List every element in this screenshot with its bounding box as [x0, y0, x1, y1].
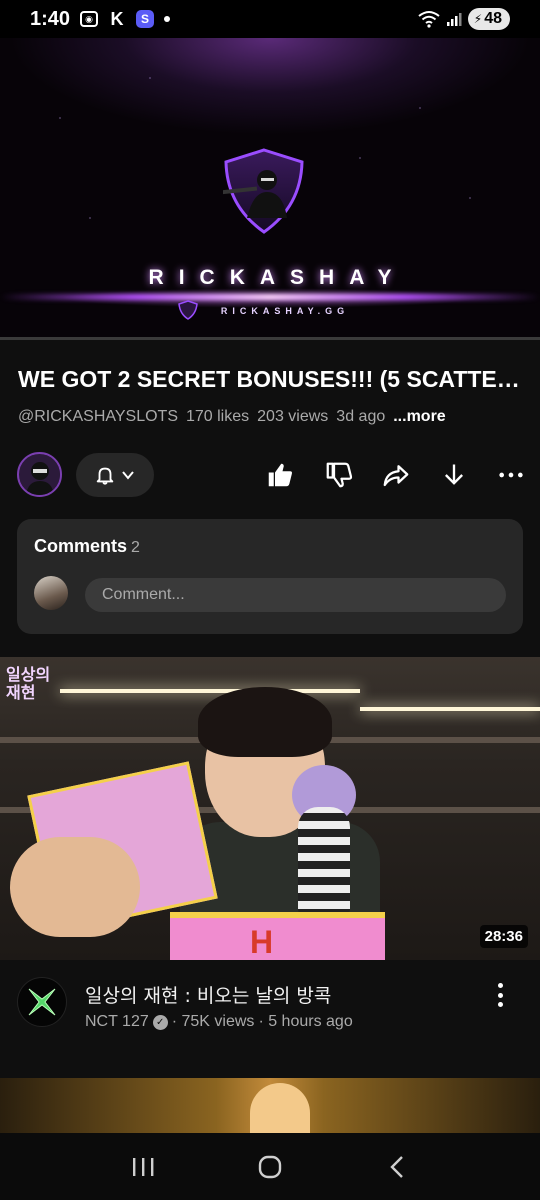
domain-text: RICKASHAY.GG: [220, 306, 350, 316]
recent-apps-icon: [133, 1157, 154, 1176]
shield-logo-icon: [223, 148, 304, 234]
shelf-light: [60, 689, 360, 693]
video-progress-bar[interactable]: [0, 337, 540, 340]
box-letter: H: [250, 924, 274, 960]
next-video-views: · 75K views: [171, 1013, 255, 1030]
nct-logo-icon: [28, 988, 56, 1016]
chevron-down-icon: [122, 471, 134, 480]
sync-app-icon: S: [136, 10, 155, 28]
battery-level: 48: [484, 10, 502, 27]
kebab-dot: [497, 1002, 503, 1007]
next-video-channel[interactable]: NCT 127: [85, 1013, 149, 1031]
video-player[interactable]: RICKASHAY RICKASHAY.GG: [0, 38, 540, 340]
back-icon: [389, 1155, 403, 1178]
comment-input[interactable]: Comment...: [85, 578, 506, 612]
battery-icon: ⚡ 48: [467, 8, 510, 30]
comments-heading: Comments 2: [34, 536, 140, 557]
home-button[interactable]: [248, 1145, 292, 1189]
thumb-logo: 일상의 재현: [6, 667, 51, 702]
channel-handle[interactable]: @RICKASHAYSLOTS: [18, 408, 178, 426]
glow-line: [0, 294, 540, 300]
more-icon: [499, 472, 523, 478]
wifi-icon: [418, 11, 440, 28]
shelf-light: [360, 707, 540, 711]
comments-label: Comments: [34, 536, 128, 556]
next-video-menu-button[interactable]: [490, 980, 510, 1010]
signal-icon: [446, 13, 462, 26]
recent-apps-button[interactable]: [121, 1145, 165, 1189]
download-button[interactable]: [437, 458, 471, 492]
bell-icon: [96, 467, 114, 485]
status-bar: 1:40 ◉ K S ⚡ 48: [0, 0, 540, 38]
thumbnail-arch: [250, 1083, 310, 1133]
notification-dot: [164, 16, 171, 22]
comments-card[interactable]: Comments 2 Comment...: [17, 519, 523, 634]
video-thumbnail[interactable]: H 일상의 재현 28:36: [0, 657, 540, 960]
home-icon: [258, 1155, 282, 1178]
person-hair: [198, 687, 332, 757]
share-icon: [383, 465, 409, 487]
kebab-dot: [497, 983, 503, 988]
more-button[interactable]: ...more: [393, 408, 445, 426]
like-button[interactable]: [263, 458, 297, 492]
more-actions-button[interactable]: [494, 458, 528, 492]
screen-record-icon: ◉: [80, 11, 99, 27]
k-app-icon: K: [110, 8, 124, 29]
toy-box: H: [170, 912, 385, 960]
like-count: 170 likes: [185, 408, 250, 425]
like-icon: [268, 463, 292, 487]
subscription-bell-button[interactable]: [76, 453, 154, 497]
download-icon: [445, 464, 463, 485]
channel-avatar[interactable]: [17, 452, 62, 497]
hand: [10, 837, 140, 937]
ninja-avatar-icon: [19, 454, 60, 495]
next-video-meta: NCT 127 ✓ · 75K views · 5 hours ago: [85, 1013, 353, 1031]
dislike-icon: [326, 462, 353, 488]
video-title[interactable]: WE GOT 2 SECRET BONUSES!!! (5 SCATTE…: [18, 366, 528, 393]
video-meta[interactable]: @RICKASHAYSLOTS 170 likes 203 views 3d a…: [18, 408, 446, 426]
video-duration: 28:36: [479, 925, 528, 948]
system-nav-bar: [0, 1133, 540, 1200]
nct-channel-avatar[interactable]: [17, 977, 67, 1027]
clock: 1:40: [30, 7, 71, 30]
upload-age: 3d ago: [336, 408, 386, 425]
next-video-age: · 5 hours ago: [258, 1013, 353, 1030]
view-count: 203 views: [257, 408, 329, 425]
back-button[interactable]: [375, 1145, 419, 1189]
doll-body: [298, 807, 350, 917]
share-button[interactable]: [379, 458, 413, 492]
next-video-title[interactable]: 일상의 재현 : 비오는 날의 방콕: [85, 981, 331, 1008]
dislike-button[interactable]: [322, 458, 356, 492]
user-avatar: [34, 576, 68, 610]
brand-text: RICKASHAY: [148, 266, 407, 289]
verified-icon: ✓: [152, 1014, 168, 1030]
action-row: [0, 450, 540, 500]
comments-count: 2: [131, 539, 140, 556]
video-thumbnail[interactable]: [0, 1078, 540, 1133]
kebab-dot: [497, 992, 503, 998]
